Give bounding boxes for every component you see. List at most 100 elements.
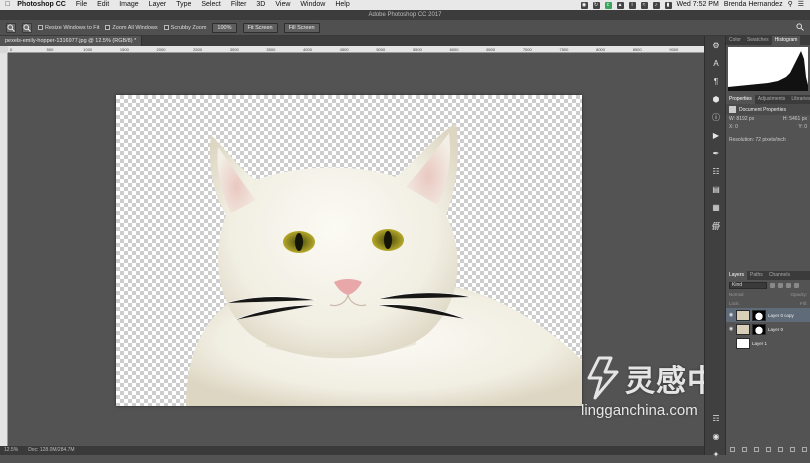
width-value[interactable]: W: 8192 px — [729, 116, 754, 122]
layer-row[interactable]: ◉ Layer 0 — [726, 322, 810, 336]
opacity-label[interactable]: Opacity: — [790, 292, 807, 297]
play-icon[interactable]: ▶ — [705, 126, 727, 144]
layers-icon[interactable]: ☶ — [705, 409, 727, 427]
fill-label[interactable]: Fill: — [800, 301, 807, 306]
info-icon[interactable]: ⓘ — [705, 108, 727, 126]
paragraph-icon[interactable]: ¶ — [705, 72, 727, 90]
layer-mask-thumbnail[interactable] — [752, 323, 766, 335]
link-layers-icon[interactable] — [729, 447, 735, 452]
horizontal-ruler[interactable]: 0 500 1000 1500 2000 2500 3000 3500 4000 4500 5000… — [8, 46, 704, 53]
document-size[interactable]: Doc: 128.0M/284.7M — [28, 446, 74, 455]
document-tab[interactable]: pexels-emily-hopper-1316977.jpg @ 12.5% … — [0, 36, 143, 46]
menu-3d[interactable]: 3D — [251, 0, 270, 10]
character-style-icon[interactable]: ∰ — [705, 216, 727, 234]
vertical-ruler[interactable] — [0, 53, 8, 446]
menu-filter[interactable]: Filter — [226, 0, 252, 10]
menu-help[interactable]: Help — [330, 0, 354, 10]
channels-icon[interactable]: ◉ — [705, 427, 727, 445]
scrubby-zoom-checkbox[interactable]: Scrubby Zoom — [163, 24, 207, 31]
tab-histogram[interactable]: Histogram — [771, 36, 801, 45]
cube-icon[interactable]: ⬢ — [705, 90, 727, 108]
size-row: W: 8192 px H: 5461 px — [726, 115, 810, 123]
paths-icon[interactable]: ✦ — [705, 445, 727, 463]
x-value[interactable]: X: 0 — [729, 124, 738, 130]
notification-center-icon[interactable]: ☰ — [798, 0, 804, 10]
glyphs-icon[interactable]: ▤ — [705, 180, 727, 198]
sync-icon[interactable]: ↻ — [592, 1, 600, 9]
menu-select[interactable]: Select — [196, 0, 225, 10]
zoom-in-icon[interactable] — [22, 22, 32, 33]
layer-name[interactable]: Layer 0 — [768, 327, 783, 332]
menu-layer[interactable]: Layer — [144, 0, 172, 10]
add-mask-icon[interactable] — [753, 447, 759, 452]
menu-file[interactable]: File — [71, 0, 92, 10]
gear-icon[interactable]: ⚙ — [705, 36, 727, 54]
menu-type[interactable]: Type — [171, 0, 196, 10]
dropbox-icon[interactable]: ◉ — [580, 1, 588, 9]
user-name[interactable]: Brenda Hernandez — [724, 0, 783, 10]
search-icon[interactable] — [796, 22, 804, 33]
tab-swatches[interactable]: Swatches — [744, 36, 772, 45]
filter-adjustment-icon[interactable] — [778, 282, 783, 288]
lock-label[interactable]: Lock: — [729, 301, 740, 306]
tab-libraries[interactable]: Libraries — [788, 95, 810, 104]
spotlight-icon[interactable]: ⚲ — [788, 0, 793, 10]
fill-screen-button[interactable]: Fill Screen — [283, 22, 320, 33]
wifi-icon[interactable]: ≈ — [640, 1, 648, 9]
tab-adjustments[interactable]: Adjustments — [755, 95, 789, 104]
zoom-level[interactable]: 12.5% — [4, 446, 18, 455]
volume-icon[interactable]: ♪ — [652, 1, 660, 9]
ruler-tick: 3500 — [266, 47, 276, 52]
brush-icon[interactable]: ✒ — [705, 144, 727, 162]
zoom-all-label: Zoom All Windows — [112, 24, 158, 31]
kind-filter-select[interactable]: Kind — [729, 281, 767, 289]
layer-row[interactable]: Layer 1 — [726, 336, 810, 350]
height-value[interactable]: H: 5461 px — [783, 116, 807, 122]
layer-row[interactable]: ◉ Layer 0 copy — [726, 308, 810, 322]
zoom-100-button[interactable]: 100% — [212, 22, 237, 33]
eye-icon[interactable]: ◉ — [728, 312, 734, 318]
filter-pixel-icon[interactable] — [770, 282, 775, 288]
clock[interactable]: Wed 7:52 PM — [677, 0, 719, 10]
resize-windows-checkbox[interactable]: Resize Windows to Fit — [38, 25, 99, 31]
blend-mode-select[interactable]: Normal — [729, 292, 744, 297]
creative-cloud-icon[interactable]: c — [604, 1, 612, 9]
filter-type-icon[interactable] — [786, 282, 791, 288]
scrubby-zoom-label: Scrubby Zoom — [170, 24, 207, 31]
tab-paths[interactable]: Paths — [747, 271, 766, 280]
trash-icon[interactable] — [801, 447, 807, 452]
swatches-icon[interactable]: ▦ — [705, 198, 727, 216]
tab-color[interactable]: Color — [726, 36, 744, 45]
menu-view[interactable]: View — [270, 0, 295, 10]
layer-name[interactable]: Layer 0 copy — [768, 313, 794, 318]
zoom-tool-icon[interactable] — [6, 22, 16, 33]
tab-channels[interactable]: Channels — [766, 271, 793, 280]
type-tool-icon[interactable]: A — [705, 54, 727, 72]
layer-style-icon[interactable] — [741, 447, 747, 452]
group-icon[interactable] — [777, 447, 783, 452]
y-value[interactable]: Y: 0 — [798, 124, 807, 130]
battery-icon[interactable]: ▮ — [664, 1, 672, 9]
checkbox-box — [163, 25, 169, 30]
layer-name[interactable]: Layer 1 — [752, 341, 767, 346]
adjustment-layer-icon[interactable] — [765, 447, 771, 452]
document-canvas[interactable] — [116, 95, 582, 406]
info-icon[interactable]: i — [628, 1, 636, 9]
apple-menu-icon[interactable]:  — [0, 0, 15, 10]
filter-shape-icon[interactable] — [794, 282, 799, 288]
eye-icon[interactable]: ◉ — [728, 326, 734, 332]
zoom-all-checkbox[interactable]: Zoom All Windows — [105, 24, 158, 31]
menu-image[interactable]: Image — [114, 0, 143, 10]
clone-source-icon[interactable]: ☷ — [705, 162, 727, 180]
app-menu[interactable]: Photoshop CC — [15, 0, 71, 10]
layer-mask-thumbnail[interactable] — [752, 309, 766, 321]
menu-window[interactable]: Window — [295, 0, 330, 10]
tab-properties[interactable]: Properties — [726, 95, 755, 104]
fit-screen-button[interactable]: Fit Screen — [242, 22, 278, 33]
ruler-tick: 6000 — [449, 47, 459, 52]
menu-edit[interactable]: Edit — [92, 0, 114, 10]
tab-layers[interactable]: Layers — [726, 271, 748, 280]
ruler-corner[interactable] — [0, 46, 8, 53]
shield-icon[interactable]: ▲ — [616, 1, 624, 9]
new-layer-icon[interactable] — [789, 447, 795, 452]
